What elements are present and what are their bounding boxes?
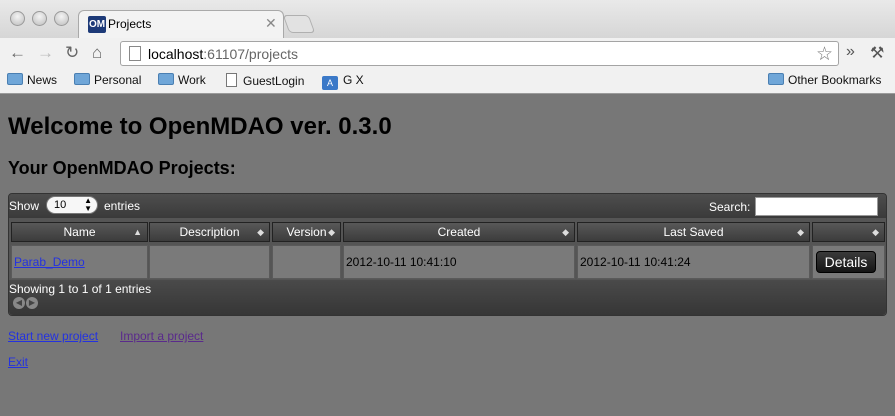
cell-created: 2012-10-11 10:41:10	[343, 245, 575, 279]
table-footer-bar: Showing 1 to 1 of 1 entries ◀ ▶	[9, 280, 886, 315]
page-length-select[interactable]: 10 ▲ ▼	[46, 196, 98, 214]
back-arrow-icon[interactable]: ←	[9, 42, 26, 64]
document-icon	[226, 73, 237, 87]
translate-icon: A	[322, 76, 338, 90]
tab-title: Projects	[108, 17, 152, 31]
browser-titlebar: OM Projects ✕	[0, 0, 895, 38]
window-minimize-button[interactable]	[32, 11, 47, 26]
folder-icon	[7, 73, 23, 85]
select-arrows-icon: ▲ ▼	[84, 196, 92, 213]
tab-close-icon[interactable]: ✕	[265, 15, 277, 32]
entries-label: entries	[104, 199, 141, 213]
column-header-actions[interactable]: ◆	[812, 222, 885, 242]
sort-icon: ◆	[872, 227, 879, 237]
cell-version	[272, 245, 341, 279]
column-header-version[interactable]: Version ◆	[272, 222, 341, 242]
other-bookmarks[interactable]: Other Bookmarks	[768, 73, 881, 90]
home-icon[interactable]: ⌂	[92, 42, 102, 64]
exit-link[interactable]: Exit	[8, 355, 28, 369]
sort-icon: ◆	[328, 227, 335, 237]
folder-icon	[768, 73, 784, 85]
cell-last-saved: 2012-10-11 10:41:24	[577, 245, 810, 279]
column-header-name[interactable]: Name ▲	[11, 222, 148, 242]
projects-heading: Your OpenMDAO Projects:	[8, 158, 236, 178]
column-header-description[interactable]: Description ◆	[149, 222, 270, 242]
folder-icon	[74, 73, 90, 85]
cell-actions: Details	[812, 245, 885, 279]
bookmark-personal[interactable]: Personal	[74, 73, 141, 90]
table-info: Showing 1 to 1 of 1 entries	[9, 282, 152, 296]
page-content: Welcome to OpenMDAO ver. 0.3.0 Your Open…	[0, 95, 895, 416]
window-zoom-button[interactable]	[54, 11, 69, 26]
extensions-overflow-icon[interactable]: »	[846, 43, 855, 61]
sort-asc-icon: ▲	[133, 227, 142, 237]
page-icon	[129, 46, 141, 61]
cell-name: Parab_Demo	[11, 245, 148, 279]
cell-description	[149, 245, 270, 279]
url-text: localhost:61107/projects	[148, 46, 298, 62]
browser-tab[interactable]: OM Projects ✕	[78, 10, 284, 38]
openmdao-favicon-icon: OM	[88, 16, 106, 33]
bookmarks-bar: News Personal Work GuestLogin AG X Other…	[0, 69, 895, 94]
window-close-button[interactable]	[10, 11, 25, 26]
project-link[interactable]: Parab_Demo	[14, 255, 85, 269]
bookmark-news[interactable]: News	[7, 73, 57, 90]
details-button[interactable]: Details	[816, 251, 876, 273]
search-input[interactable]	[755, 197, 878, 216]
address-bar[interactable]: localhost:61107/projects ☆	[120, 41, 839, 66]
previous-page-icon[interactable]: ◀	[13, 297, 25, 309]
next-page-icon[interactable]: ▶	[26, 297, 38, 309]
bookmark-gx[interactable]: AG X	[322, 73, 364, 90]
bookmark-work[interactable]: Work	[158, 73, 206, 90]
start-new-project-link[interactable]: Start new project	[8, 329, 98, 343]
column-header-created[interactable]: Created ◆	[343, 222, 575, 242]
sort-icon: ◆	[562, 227, 569, 237]
table-header-bar: Show 10 ▲ ▼ entries Search:	[9, 194, 886, 218]
reload-icon[interactable]: ↻	[65, 42, 79, 64]
import-project-link[interactable]: Import a project	[120, 329, 203, 343]
browser-toolbar: ← → ↻ ⌂ localhost:61107/projects ☆ » ⚒	[0, 38, 895, 69]
sort-icon: ◆	[797, 227, 804, 237]
wrench-icon[interactable]: ⚒	[870, 43, 884, 63]
page-title: Welcome to OpenMDAO ver. 0.3.0	[8, 113, 392, 140]
new-tab-button[interactable]	[282, 15, 316, 33]
column-header-last-saved[interactable]: Last Saved ◆	[577, 222, 810, 242]
sort-icon: ◆	[257, 227, 264, 237]
bookmark-guestlogin[interactable]: GuestLogin	[226, 73, 304, 90]
search-label: Search:	[709, 200, 751, 214]
show-label: Show	[9, 199, 40, 213]
forward-arrow-icon[interactable]: →	[37, 42, 54, 64]
projects-table: Show 10 ▲ ▼ entries Search: Name ▲ Descrip…	[8, 193, 887, 316]
bookmark-star-icon[interactable]: ☆	[816, 43, 833, 66]
folder-icon	[158, 73, 174, 85]
